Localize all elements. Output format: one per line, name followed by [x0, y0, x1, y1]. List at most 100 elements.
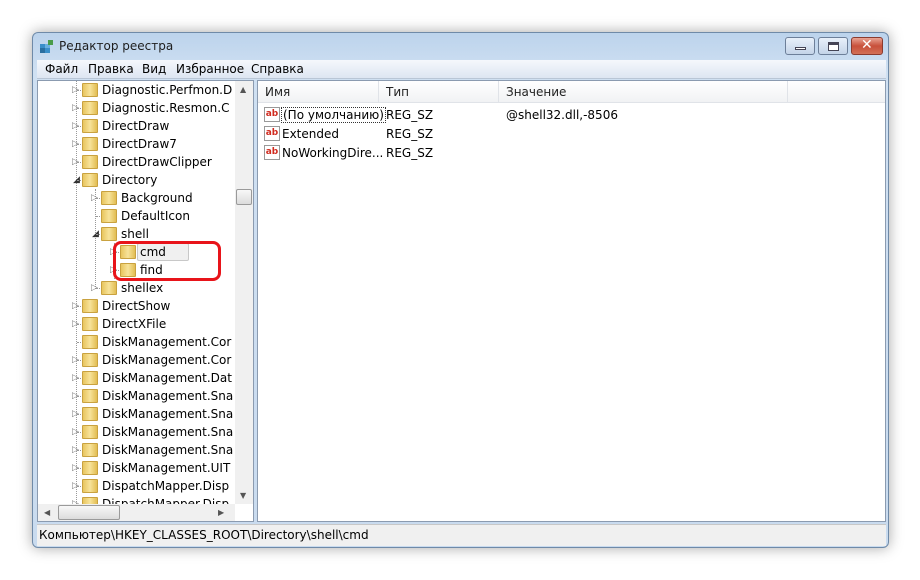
folder-icon	[82, 461, 98, 475]
value-type: REG_SZ	[386, 108, 434, 122]
tree-item[interactable]: ▷ DiskManagement.UIT	[38, 459, 235, 477]
scroll-thumb[interactable]	[58, 505, 120, 520]
tree-item[interactable]: ▷DispatchMapper.Disp	[38, 477, 235, 495]
tree-item-label: Directory	[102, 173, 158, 187]
menu-bar: Файл Правка Вид Избранное Справка	[37, 60, 886, 79]
tree-item[interactable]: ▷ DiskManagement.Sna	[38, 387, 235, 405]
tree-item[interactable]: ▷ Diagnostic.Resmon.C	[38, 99, 235, 117]
folder-icon	[82, 335, 98, 349]
tree-item[interactable]: ▷ Background	[38, 189, 235, 207]
maximize-icon	[828, 42, 839, 51]
tree-item-label: Background	[121, 191, 193, 205]
minimize-button[interactable]	[785, 37, 815, 55]
tree-item-label: DirectShow	[102, 299, 171, 313]
menu-view[interactable]: Вид	[142, 62, 166, 76]
values-list[interactable]: Имя Тип Значение ab (По умолчанию) REG_S…	[257, 80, 886, 522]
tree-item-label: shell	[121, 227, 149, 241]
folder-icon	[101, 281, 117, 295]
folder-icon	[82, 119, 98, 133]
tree-item-label: DiskManagement.Sna	[102, 443, 234, 457]
folder-icon	[82, 299, 98, 313]
scroll-up-icon[interactable]: ▲	[240, 85, 246, 94]
column-header-data[interactable]: Значение	[499, 81, 788, 103]
registry-editor-icon	[40, 40, 53, 53]
tree-item[interactable]: ▷ Diagnostic.Perfmon.D	[38, 81, 235, 99]
folder-icon	[82, 407, 98, 421]
window-title: Редактор реестра	[59, 39, 174, 53]
folder-icon	[101, 209, 117, 223]
value-row[interactable]: ab NoWorkingDire... REG_SZ	[258, 143, 878, 162]
folder-icon	[101, 227, 117, 241]
tree-item[interactable]: DiskManagement.Cor	[38, 333, 235, 351]
close-button[interactable]: ✕	[851, 37, 883, 55]
maximize-button[interactable]	[818, 37, 848, 55]
tree-item[interactable]: ▷ DirectShow	[38, 297, 235, 315]
value-name: Extended	[282, 127, 339, 141]
value-data: @shell32.dll,-8506	[506, 108, 618, 122]
tree-item[interactable]: ▷ DiskManagement.Sna	[38, 441, 235, 459]
tree-item[interactable]: ▷ DirectDraw	[38, 117, 235, 135]
tree-item-label: DiskManagement.Sna	[102, 389, 234, 403]
folder-icon	[82, 83, 98, 97]
tree-item[interactable]: ▷ DiskManagement.Sna	[38, 405, 235, 423]
tree-item-label: DirectDraw7	[102, 137, 177, 151]
registry-editor-window: Редактор реестра ✕ Файл Правка Вид Избра…	[32, 32, 889, 548]
column-header-type[interactable]: Тип	[379, 81, 499, 103]
status-bar: Компьютер\HKEY_CLASSES_ROOT\Directory\sh…	[37, 524, 886, 546]
menu-file[interactable]: Файл	[45, 62, 78, 76]
folder-icon	[82, 137, 98, 151]
tree-item-label: DirectDrawClipper	[102, 155, 212, 169]
folder-icon	[82, 371, 98, 385]
column-header-empty	[788, 81, 885, 103]
tree-item[interactable]: ▷ shellex	[38, 279, 235, 297]
scroll-thumb[interactable]	[236, 189, 252, 205]
tree-item[interactable]: ▷ DirectDrawClipper	[38, 153, 235, 171]
tree-item-label: DiskManagement.UIT	[102, 461, 231, 475]
value-type: REG_SZ	[386, 127, 434, 141]
tree-item[interactable]: ◢ Directory	[38, 171, 235, 189]
folder-icon	[82, 443, 98, 457]
tree-item-label: DiskManagement.Sna	[102, 425, 234, 439]
tree-horizontal-scrollbar[interactable]: ◀ ▶	[38, 504, 235, 521]
scroll-down-icon[interactable]: ▼	[240, 491, 246, 500]
tree-item-label: DiskManagement.Cor	[102, 335, 232, 349]
tree-item[interactable]: ▷ DiskManagement.Dat	[38, 369, 235, 387]
tree-item-label: DiskManagement.Dat	[102, 371, 232, 385]
string-value-icon: ab	[264, 126, 280, 141]
folder-icon	[82, 155, 98, 169]
value-row[interactable]: ab (По умолчанию) REG_SZ @shell32.dll,-8…	[258, 105, 878, 124]
folder-icon	[82, 425, 98, 439]
scroll-right-icon[interactable]: ▶	[218, 508, 224, 517]
tree-item[interactable]: ▷ DiskManagement.Cor	[38, 351, 235, 369]
string-value-icon: ab	[264, 145, 280, 160]
tree-item[interactable]: DefaultIcon	[38, 207, 235, 225]
close-icon: ✕	[861, 37, 873, 53]
column-header-name[interactable]: Имя	[258, 81, 379, 103]
value-name: NoWorkingDire...	[282, 146, 384, 160]
menu-edit[interactable]: Правка	[88, 62, 134, 76]
value-name: (По умолчанию)	[281, 107, 386, 123]
menu-help[interactable]: Справка	[251, 62, 304, 76]
string-value-icon: ab	[264, 107, 280, 122]
scroll-left-icon[interactable]: ◀	[44, 508, 50, 517]
folder-icon	[82, 173, 98, 187]
tree-item-label: DispatchMapper.Disp	[102, 479, 230, 493]
tree-item-label: DirectXFile	[102, 317, 167, 331]
tree-item-label: DiskManagement.Cor	[102, 353, 232, 367]
tree-item-label: shellex	[121, 281, 164, 295]
tree-item[interactable]: ▷ DirectDraw7	[38, 135, 235, 153]
tree-item-label: Diagnostic.Perfmon.D	[102, 83, 233, 97]
menu-favorites[interactable]: Избранное	[176, 62, 244, 76]
tree-vertical-scrollbar[interactable]: ▲ ▼	[235, 81, 253, 504]
tree-item[interactable]: ▷ DirectXFile	[38, 315, 235, 333]
tree-item-label: DiskManagement.Sna	[102, 407, 234, 421]
tree-item-label: DirectDraw	[102, 119, 170, 133]
key-tree[interactable]: ▷ Diagnostic.Perfmon.D ▷ Diagnostic.Resmon.…	[37, 80, 254, 522]
tree-item[interactable]: ▷ DiskManagement.Sna	[38, 423, 235, 441]
minimize-icon	[795, 47, 806, 50]
tree-item-label: DefaultIcon	[121, 209, 190, 223]
folder-icon	[82, 317, 98, 331]
value-row[interactable]: ab Extended REG_SZ	[258, 124, 878, 143]
value-type: REG_SZ	[386, 146, 434, 160]
folder-icon	[82, 479, 98, 493]
